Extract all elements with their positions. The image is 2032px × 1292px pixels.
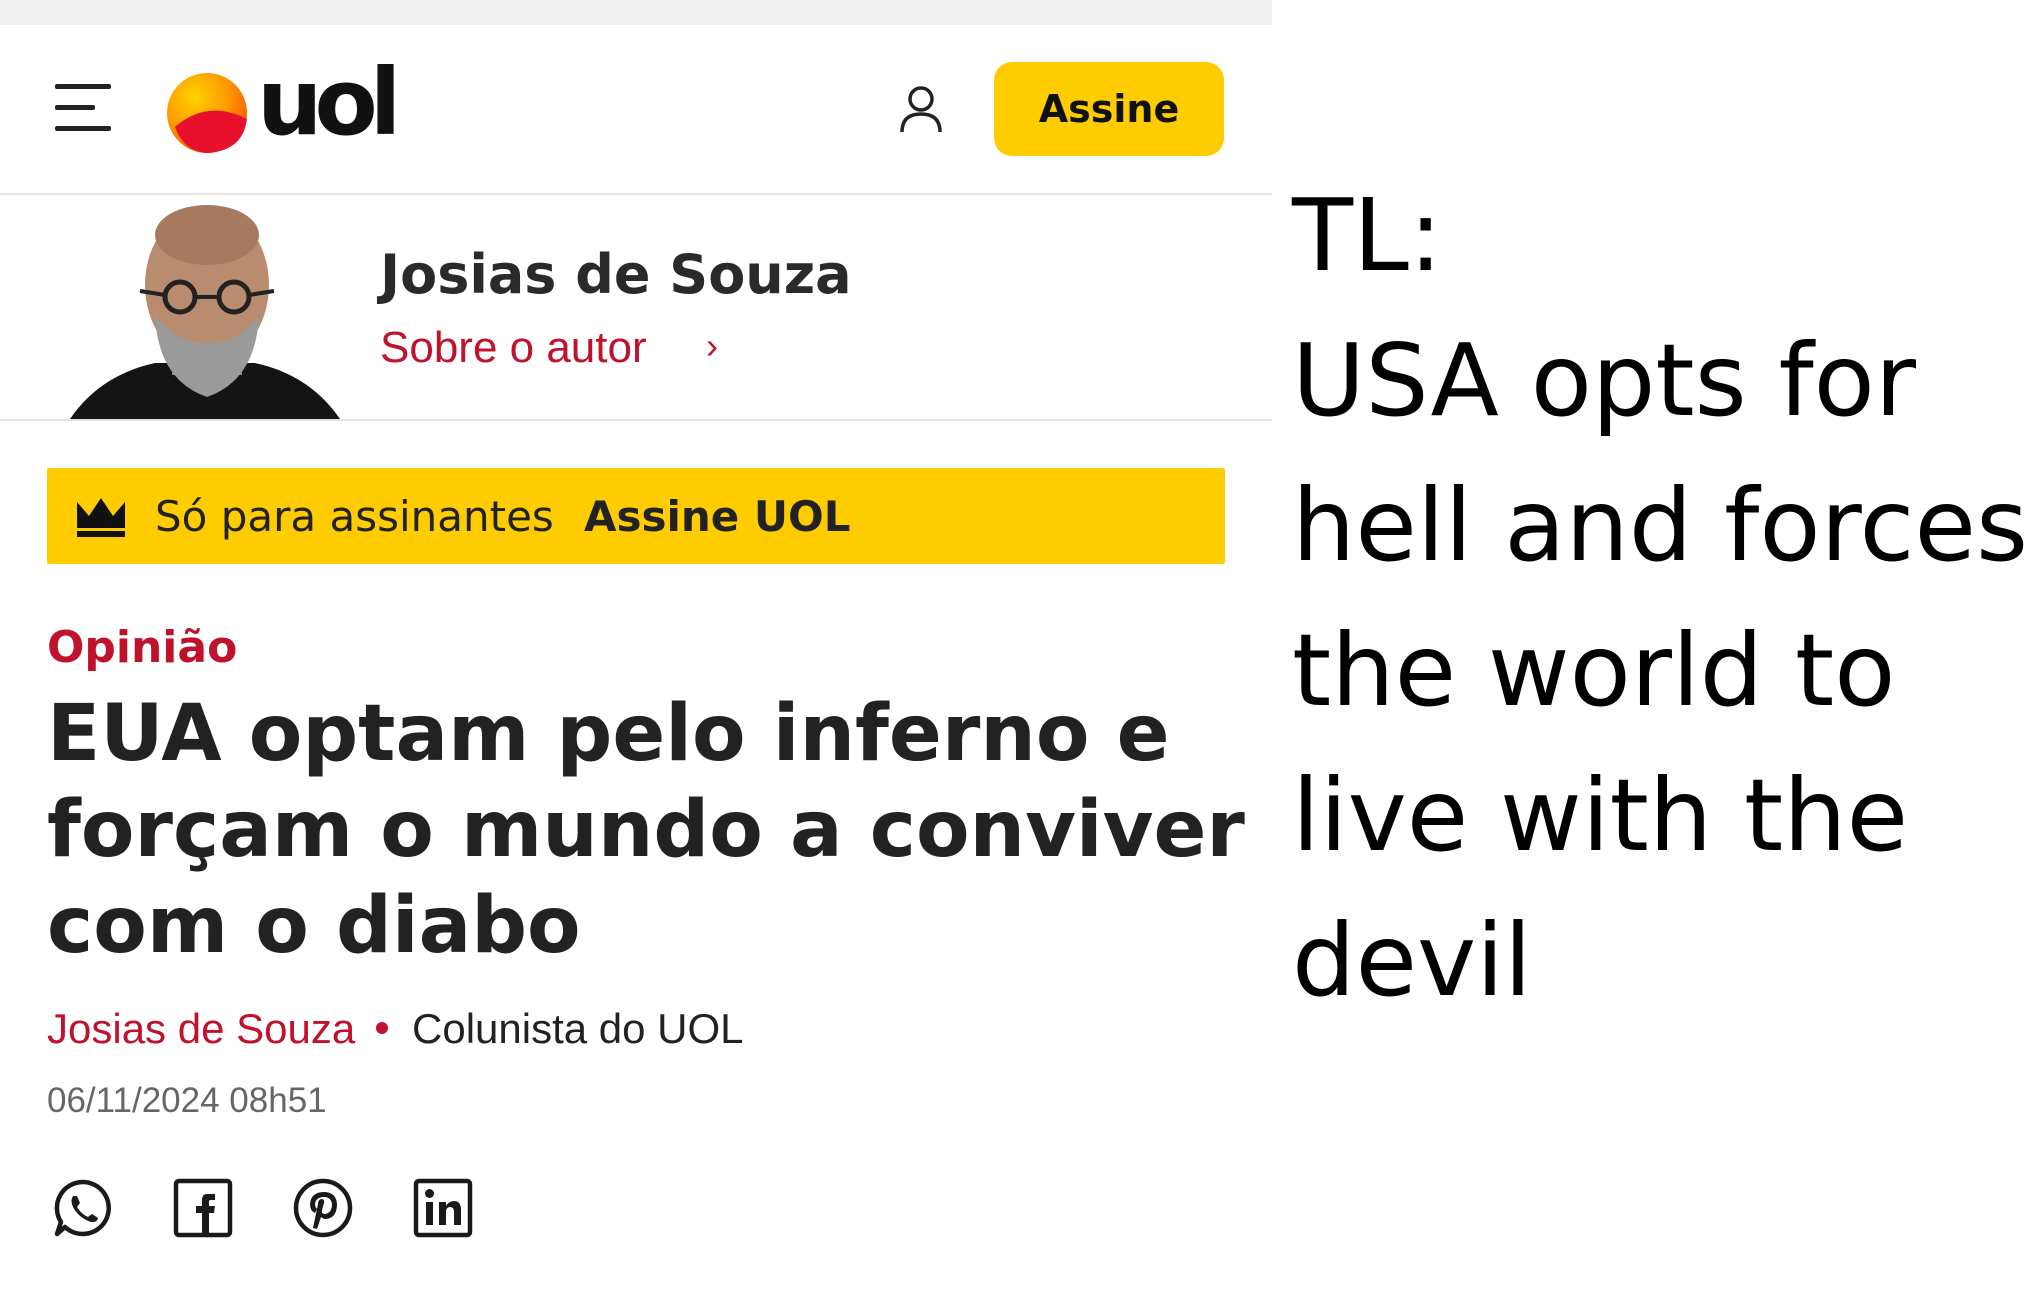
translation-caption: TL: USA opts for hell and forces the wor… xyxy=(1292,163,2032,1033)
subscribe-uol-link[interactable]: Assine UOL xyxy=(584,492,850,541)
section-label[interactable]: Opinião xyxy=(47,622,237,673)
user-icon[interactable] xyxy=(898,84,944,134)
author-avatar xyxy=(70,205,340,419)
byline-author-link[interactable]: Josias de Souza xyxy=(47,1005,355,1053)
hamburger-menu-icon[interactable] xyxy=(55,84,111,132)
chevron-right-icon[interactable]: › xyxy=(706,325,718,367)
caption-label: TL: xyxy=(1292,177,1443,294)
article-headline: EUA optam pelo inferno e forçam o mundo … xyxy=(47,689,1245,971)
byline-separator-dot xyxy=(376,1022,388,1034)
divider xyxy=(0,419,1272,421)
divider xyxy=(0,193,1272,195)
about-author-link[interactable]: Sobre o autor xyxy=(380,323,647,373)
subscribe-button[interactable]: Assine xyxy=(994,62,1224,156)
linkedin-icon[interactable] xyxy=(411,1176,475,1240)
byline-role: Colunista do UOL xyxy=(412,1005,744,1052)
uol-sun-icon xyxy=(167,73,247,153)
browser-top-strip xyxy=(0,0,1272,25)
subscribers-only-text: Só para assinantes xyxy=(155,492,554,541)
facebook-icon[interactable] xyxy=(171,1176,235,1240)
uol-logo[interactable]: uol xyxy=(165,57,401,155)
uol-logo-text: uol xyxy=(257,49,401,156)
crown-icon xyxy=(77,498,125,537)
publish-date: 06/11/2024 08h51 xyxy=(47,1081,327,1120)
whatsapp-icon[interactable] xyxy=(51,1176,115,1240)
pinterest-icon[interactable] xyxy=(291,1176,355,1240)
author-name: Josias de Souza xyxy=(380,243,852,306)
article-screenshot: uol Assine Josias de Souza Sobre o autor… xyxy=(0,0,1272,1292)
subscribers-only-banner[interactable]: Só para assinantes Assine UOL xyxy=(47,468,1225,564)
caption-text: USA opts for hell and forces the world t… xyxy=(1292,322,2029,1019)
